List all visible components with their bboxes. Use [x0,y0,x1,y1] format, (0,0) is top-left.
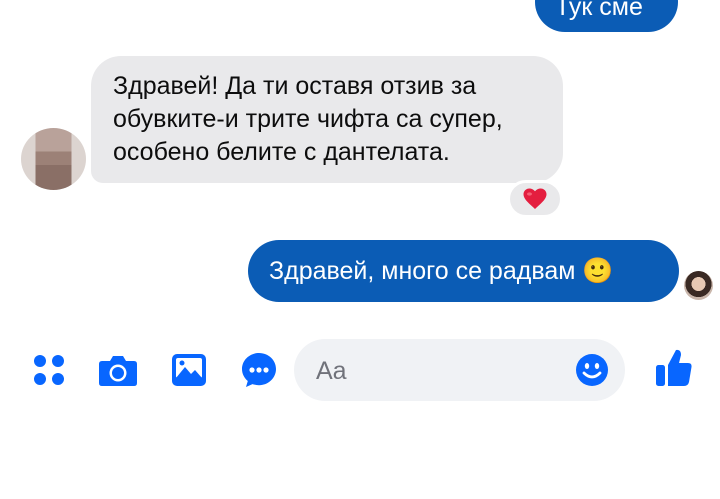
incoming-message-line: особено белите с дантелата. [113,138,450,166]
seen-indicator-avatar [684,271,713,300]
camera-button[interactable] [98,350,138,390]
message-composer[interactable] [294,339,625,401]
sender-avatar[interactable] [21,128,86,190]
outgoing-reply-bubble[interactable]: Здравей, много се радвам 🙂 [248,240,679,302]
outgoing-message-text: Тук сме [555,0,643,21]
gallery-icon [172,354,206,386]
more-apps-icon [34,355,64,385]
sticker-chat-button[interactable] [239,350,279,390]
thumbs-up-icon [656,349,692,386]
thumbs-up-button[interactable] [654,348,694,388]
gallery-button[interactable] [169,350,209,390]
emoji-icon [576,354,608,386]
more-apps-button[interactable] [29,350,69,390]
emoji-button[interactable] [575,353,609,387]
incoming-message-line: обувките-и трите чифта са супер, [113,105,503,133]
outgoing-message-bubble[interactable]: Тук сме [535,0,678,32]
incoming-message-line: Здравей! Да ти оставя отзив за [113,72,477,100]
incoming-message-bubble[interactable]: Здравей! Да ти оставя отзив за обувките-… [91,56,563,183]
camera-icon [99,356,137,386]
sticker-chat-icon [242,353,276,387]
message-input[interactable] [314,352,568,390]
heart-icon [523,188,547,209]
heart-reaction[interactable] [507,180,563,218]
outgoing-reply-text: Здравей, много се радвам 🙂 [269,257,614,285]
